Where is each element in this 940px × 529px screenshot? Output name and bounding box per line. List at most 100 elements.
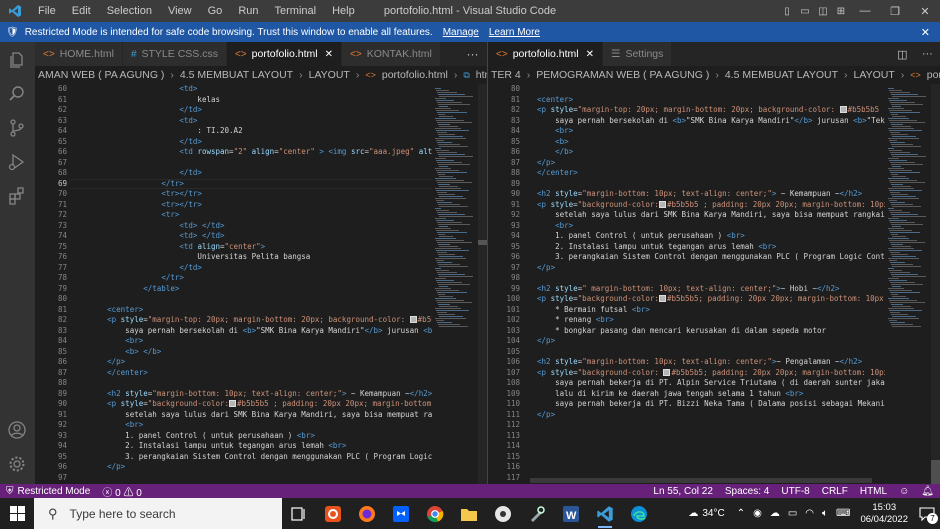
close-tab-icon[interactable]: ✕ (325, 49, 333, 60)
breadcrumb-item[interactable]: 4.5 MEMBUAT LAYOUT (180, 69, 293, 81)
menu-run[interactable]: Run (230, 5, 266, 17)
right-scrollbar-track[interactable] (931, 84, 940, 484)
code-line[interactable]: <br> (71, 420, 432, 431)
dropbox-icon[interactable] (384, 498, 418, 529)
tab-kontak-html[interactable]: <> KONTAK.html (342, 42, 441, 66)
code-line[interactable]: </tr> (71, 273, 432, 284)
code-line[interactable]: <b> (528, 137, 885, 148)
tab-style-css-css[interactable]: # STYLE CSS.css (122, 42, 227, 66)
code-line[interactable]: </p> (528, 263, 885, 274)
breadcrumb-item[interactable]: TER 4 (491, 69, 521, 81)
code-line[interactable]: <tr> (71, 210, 432, 221)
code-line[interactable]: <tr></tr> (71, 189, 432, 200)
tab-portofolio-html[interactable]: <> portofolio.html ✕ (226, 42, 342, 66)
code-line[interactable]: kelas (71, 95, 432, 106)
code-line[interactable]: saya pernah bekerja di PT. Alpin Service… (528, 378, 885, 389)
code-line[interactable]: <h2 style="margin-bottom: 10px; text-ali… (528, 189, 885, 200)
code-line[interactable]: <p style="background-color: #b5b5b5; pad… (528, 368, 885, 379)
code-line[interactable]: </td> (71, 105, 432, 116)
code-line[interactable]: 2. Instalasi lampu untuk tegangan arus l… (528, 242, 885, 253)
code-line[interactable]: <td> </td> (71, 221, 432, 232)
code-line[interactable]: 1. panel Control ( untuk perusahaan ) <b… (528, 231, 885, 242)
windows-start-icon[interactable] (0, 498, 34, 529)
code-line[interactable]: <td> (71, 116, 432, 127)
breadcrumb-item[interactable]: LAYOUT (309, 69, 350, 81)
wifi-icon[interactable]: ◠ (805, 508, 814, 519)
left-scrollbar-thumb[interactable] (478, 240, 487, 245)
close-window-button[interactable]: ✕ (910, 0, 940, 22)
code-line[interactable]: Universitas Pelita bangsa (71, 252, 432, 263)
customize-layout-icon[interactable]: ⊞ (834, 0, 848, 22)
file-explorer-icon[interactable] (452, 498, 486, 529)
code-line[interactable]: <td align="center"> (71, 242, 432, 253)
close-banner-icon[interactable]: ✕ (921, 26, 930, 39)
code-line[interactable]: <br> (528, 221, 885, 232)
code-line[interactable]: setelah saya lulus dari SMK Bina Karya M… (71, 410, 432, 421)
notification-center-icon[interactable]: 7 (914, 498, 940, 529)
breadcrumb-item[interactable]: portofolio.html (382, 69, 448, 81)
tab-home-html[interactable]: <> HOME.html (35, 42, 123, 66)
volume-icon[interactable]: 🔈︎ (822, 508, 828, 519)
code-line[interactable]: setelah saya lulus dari SMK Bina Karya M… (528, 210, 885, 221)
tab-settings[interactable]: ☰ Settings (603, 42, 673, 66)
feedback-icon[interactable]: ☺ (893, 486, 915, 497)
code-line[interactable]: 3. perangkaian Sistem Control dengan men… (528, 252, 885, 263)
notifications-bell-icon[interactable]: 🔔︎ (915, 486, 940, 497)
chrome-icon[interactable] (418, 498, 452, 529)
left-editor[interactable]: 60 <td> 61 kelas 62 </td> 63 <td> 64 : TI.20… (35, 84, 432, 484)
code-line[interactable]: saya pernah bersekolah di <b>"SMK Bina K… (528, 116, 885, 127)
vscode-taskbar-icon[interactable] (588, 498, 622, 529)
code-line[interactable]: </center> (528, 168, 885, 179)
code-line[interactable]: <td> (71, 84, 432, 95)
learn-more-link[interactable]: Learn More (489, 27, 540, 38)
close-tab-icon[interactable]: ✕ (586, 49, 594, 60)
extensions-icon[interactable] (7, 186, 27, 206)
code-line[interactable]: lalu di kirim ke daerah jawa tengah sela… (528, 389, 885, 400)
code-line[interactable]: <p style="margin-top: 20px; margin-botto… (71, 315, 432, 326)
code-line[interactable]: <p style="background-color: #b5b5b5 ; pad… (528, 200, 885, 211)
menu-help[interactable]: Help (324, 5, 363, 17)
code-line[interactable]: <td> </td> (71, 231, 432, 242)
code-line[interactable]: saya pernah bersekolah di <b>"SMK Bina K… (71, 326, 432, 337)
show-hidden-icons-chevron-icon[interactable]: ⌃ (737, 508, 745, 519)
code-line[interactable]: 1. panel Control ( untuk perusahaan ) <b… (71, 431, 432, 442)
taskbar-search[interactable]: ⚲ Type here to search (34, 498, 282, 529)
tool-app-icon[interactable] (520, 498, 554, 529)
code-line[interactable]: </p> (528, 410, 885, 421)
code-line[interactable]: : TI.20.A2 (71, 126, 432, 137)
more-actions-right-icon[interactable]: ··· (922, 48, 933, 60)
menu-file[interactable]: File (30, 5, 64, 17)
left-scrollbar-track[interactable] (478, 84, 487, 484)
code-line[interactable]: </tr> (71, 179, 432, 190)
toggle-sidebar-icon[interactable]: ▯ (780, 0, 794, 22)
toggle-panel-icon[interactable]: ▭ (798, 0, 812, 22)
minimize-button[interactable]: — (850, 0, 880, 22)
more-actions-icon[interactable]: ··· (458, 42, 487, 66)
end-of-line[interactable]: CRLF (816, 486, 854, 497)
code-line[interactable]: <p style="background-color: #b5b5b5 ; pad… (71, 399, 432, 410)
code-line[interactable]: <p style="margin-top: 20px; margin-botto… (528, 105, 885, 116)
code-line[interactable]: <h2 style=" margin-bottom: 10px; text-al… (528, 284, 885, 295)
weather-cloud-icon[interactable]: ☁ (688, 508, 698, 519)
maximize-button[interactable]: ❐ (880, 0, 910, 22)
menu-selection[interactable]: Selection (99, 5, 160, 17)
manage-gear-icon[interactable] (7, 454, 27, 474)
breadcrumb-item[interactable]: html (476, 69, 487, 81)
menu-edit[interactable]: Edit (64, 5, 99, 17)
code-line[interactable]: </td> (71, 263, 432, 274)
tray-app-icon[interactable]: ◉ (753, 508, 762, 519)
menu-terminal[interactable]: Terminal (267, 5, 325, 17)
right-horizontal-scrollbar[interactable] (530, 478, 872, 483)
left-minimap[interactable] (432, 84, 478, 484)
search-icon[interactable] (7, 84, 27, 104)
restricted-mode-status[interactable]: ⛨ Restricted Mode (0, 484, 97, 498)
code-line[interactable]: </center> (71, 368, 432, 379)
code-line[interactable]: <p style="background-color: #b5b5b5; padd… (528, 294, 885, 305)
edge-icon[interactable] (622, 498, 656, 529)
run-debug-icon[interactable] (7, 152, 27, 172)
breadcrumb-item[interactable]: AMAN WEB ( PA AGUNG ) (38, 69, 164, 81)
code-line[interactable]: * bongkar pasang dan mencari kerusakan d… (528, 326, 885, 337)
split-layout-icon[interactable]: ◫ (816, 0, 830, 22)
ime-icon[interactable]: ⌨ (836, 508, 850, 519)
explorer-icon[interactable] (7, 50, 27, 70)
